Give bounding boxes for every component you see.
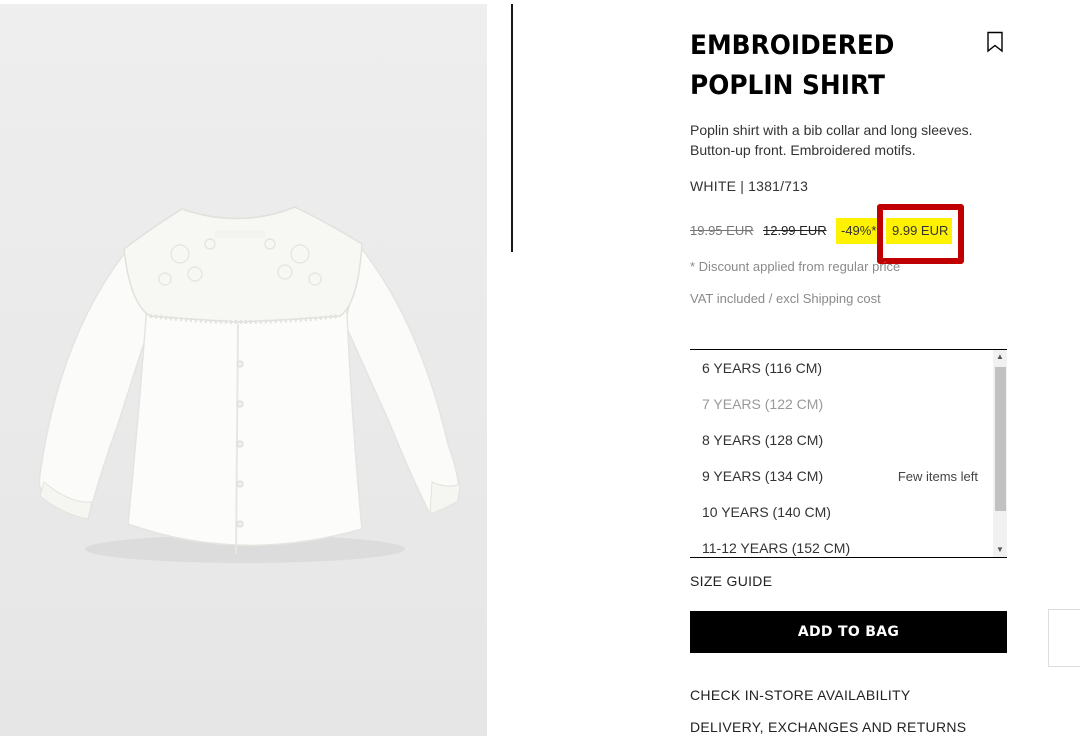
description-line1: Poplin shirt with a bib collar and long … <box>690 122 973 138</box>
size-label: 10 YEARS (140 CM) <box>702 504 831 520</box>
size-option[interactable]: 7 YEARS (122 CM) <box>690 386 1007 422</box>
bookmark-icon[interactable] <box>986 31 1004 53</box>
side-panel-tab[interactable] <box>1048 609 1080 667</box>
product-title-line1: EMBROIDERED <box>690 30 895 61</box>
discount-badge: -49%* <box>836 218 883 244</box>
delivery-returns-link[interactable]: DELIVERY, EXCHANGES AND RETURNS <box>690 719 966 735</box>
scrollbar-thumb[interactable] <box>995 367 1006 511</box>
description-line2: Button-up front. Embroidered motifs. <box>690 142 916 158</box>
discount-note: * Discount applied from regular price <box>690 259 901 274</box>
size-label: 9 YEARS (134 CM) <box>702 468 824 484</box>
color-reference: WHITE | 1381/713 <box>690 178 809 194</box>
product-description: Poplin shirt with a bib collar and long … <box>690 120 1010 160</box>
product-title: EMBROIDERED POPLIN SHIRT <box>690 26 929 106</box>
size-option[interactable]: 9 YEARS (134 CM) Few items left <box>690 458 1007 494</box>
scroll-up-arrow-icon[interactable]: ▲ <box>993 350 1007 364</box>
shirt-illustration <box>0 4 487 736</box>
size-option[interactable]: 10 YEARS (140 CM) <box>690 494 1007 530</box>
size-selector[interactable]: 6 YEARS (116 CM) 7 YEARS (122 CM) 8 YEAR… <box>690 349 1007 558</box>
previous-price: 12.99 EUR <box>763 223 827 238</box>
scroll-down-arrow-icon[interactable]: ▼ <box>993 543 1007 557</box>
size-label: 6 YEARS (116 CM) <box>702 360 823 376</box>
product-title-line2: POPLIN SHIRT <box>690 70 885 101</box>
product-image[interactable] <box>0 4 487 736</box>
original-price: 19.95 EUR <box>690 223 754 238</box>
annotation-highlight-box <box>877 204 964 264</box>
size-option[interactable]: 6 YEARS (116 CM) <box>690 350 1007 386</box>
size-label: 8 YEARS (128 CM) <box>702 432 824 448</box>
size-label: 7 YEARS (122 CM) <box>702 396 824 412</box>
vertical-divider <box>511 4 513 252</box>
stock-note: Few items left <box>897 469 978 484</box>
add-to-bag-button[interactable]: ADD TO BAG <box>690 611 1007 653</box>
size-option[interactable]: 11-12 YEARS (152 CM) <box>690 530 1007 557</box>
size-list-scrollbar[interactable]: ▲ ▼ <box>993 350 1007 557</box>
vat-note: VAT included / excl Shipping cost <box>690 291 881 306</box>
size-option[interactable]: 8 YEARS (128 CM) <box>690 422 1007 458</box>
check-store-availability-link[interactable]: CHECK IN-STORE AVAILABILITY <box>690 687 911 703</box>
size-label: 11-12 YEARS (152 CM) <box>702 540 851 556</box>
size-guide-link[interactable]: SIZE GUIDE <box>690 573 772 589</box>
